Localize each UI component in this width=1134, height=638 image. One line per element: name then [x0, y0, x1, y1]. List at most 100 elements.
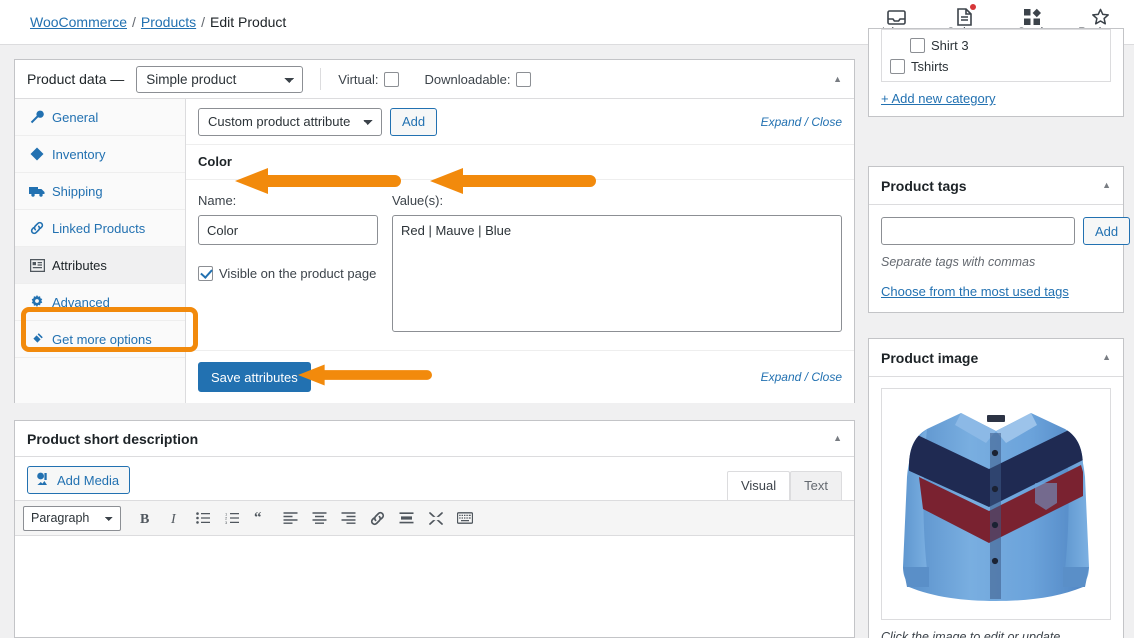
- tab-inventory[interactable]: Inventory: [15, 136, 185, 173]
- product-tags-title: Product tags: [881, 177, 967, 194]
- attribute-fields: Name: Visible on the product page Value(…: [186, 168, 854, 335]
- product-data-header: Product data — Simple product Virtual: D…: [15, 60, 854, 99]
- breadcrumb: WooCommerce / Products / Edit Product: [30, 14, 286, 30]
- svg-text:3: 3: [225, 520, 228, 524]
- category-row-tshirts[interactable]: Tshirts: [890, 56, 1102, 77]
- inbox-icon: [886, 5, 906, 26]
- product-tags-collapse-icon[interactable]: ▲: [1102, 181, 1111, 190]
- expand-link-top[interactable]: Expand: [761, 115, 802, 129]
- tab-attributes[interactable]: Attributes: [15, 247, 185, 284]
- paragraph-format-select[interactable]: Paragraph: [23, 505, 121, 531]
- orders-badge-dot: [969, 3, 976, 10]
- toolbar-toggle-icon[interactable]: [450, 504, 479, 532]
- breadcrumb-products[interactable]: Products: [141, 14, 196, 30]
- tab-text[interactable]: Text: [790, 471, 842, 500]
- product-image-thumbnail[interactable]: [881, 388, 1111, 620]
- save-attributes-button[interactable]: Save attributes: [198, 362, 311, 392]
- add-media-button[interactable]: Add Media: [27, 466, 131, 494]
- add-tag-button[interactable]: Add: [1083, 217, 1131, 245]
- read-more-icon[interactable]: [392, 504, 421, 532]
- bulleted-list-icon[interactable]: [189, 504, 218, 532]
- blockquote-icon[interactable]: “: [247, 504, 276, 532]
- category-label-tshirts: Tshirts: [911, 59, 949, 74]
- visible-on-product-page-checkbox[interactable]: [198, 266, 213, 281]
- attribute-values-textarea[interactable]: Red | Mauve | Blue: [392, 215, 842, 332]
- align-right-icon[interactable]: [334, 504, 363, 532]
- shirt-illustration: [903, 413, 1089, 601]
- numbered-list-icon[interactable]: 123: [218, 504, 247, 532]
- distraction-free-icon[interactable]: [421, 504, 450, 532]
- product-image-caption: Click the image to edit or update: [881, 630, 1061, 638]
- orders-icon: [956, 3, 976, 26]
- expand-close-bottom: Expand / Close: [761, 370, 842, 384]
- virtual-checkbox-group[interactable]: Virtual:: [338, 71, 399, 87]
- visible-on-product-page-group[interactable]: Visible on the product page: [198, 266, 378, 281]
- tabs-filler: [15, 358, 185, 398]
- category-checkbox-tshirts[interactable]: [890, 59, 905, 74]
- close-link-top[interactable]: Close: [811, 115, 842, 129]
- category-checkbox-shirt-3[interactable]: [910, 38, 925, 53]
- short-description-collapse-icon[interactable]: ▲: [833, 434, 842, 443]
- arrow-pointer-save: [298, 364, 432, 386]
- breadcrumb-edit-product: Edit Product: [210, 14, 287, 30]
- product-tag-input[interactable]: [881, 217, 1075, 245]
- product-tags-panel: Product tags ▲ Add Separate tags with co…: [868, 166, 1131, 313]
- editor-content-area[interactable]: [15, 536, 854, 636]
- bold-icon[interactable]: B: [131, 504, 160, 532]
- visible-on-product-page-label: Visible on the product page: [219, 266, 377, 281]
- short-description-panel: Product short description ▲ Add Media Vi…: [14, 420, 855, 638]
- tab-get-more-options[interactable]: Get more options: [15, 321, 185, 358]
- tab-general[interactable]: General: [15, 99, 185, 136]
- product-image-body: Click the image to edit or update: [869, 377, 1123, 638]
- attribute-heading: Color: [186, 145, 854, 180]
- breadcrumb-separator-1: /: [132, 14, 136, 30]
- tab-get-more-options-label: Get more options: [52, 331, 152, 347]
- product-categories-panel: Shirt 3 Tshirts + Add new category: [868, 28, 1124, 117]
- product-image-collapse-icon[interactable]: ▲: [1102, 353, 1111, 362]
- category-label-shirt-3: Shirt 3: [931, 38, 969, 53]
- tab-shipping[interactable]: Shipping: [15, 173, 185, 210]
- breadcrumb-separator-2: /: [201, 14, 206, 30]
- italic-icon[interactable]: I: [160, 504, 189, 532]
- categories-list[interactable]: Shirt 3 Tshirts: [881, 29, 1111, 82]
- close-link-bottom[interactable]: Close: [811, 370, 842, 384]
- link-icon: [29, 221, 45, 235]
- virtual-checkbox[interactable]: [383, 71, 399, 87]
- tab-advanced[interactable]: Advanced: [15, 284, 185, 321]
- expand-link-bottom[interactable]: Expand: [761, 370, 802, 384]
- short-description-title: Product short description: [27, 430, 199, 447]
- product-data-collapse-icon[interactable]: ▲: [833, 74, 842, 84]
- page-root: WooCommerce / Products / Edit Product In…: [0, 0, 1134, 638]
- insert-link-icon[interactable]: [363, 504, 392, 532]
- product-tags-header: Product tags ▲: [869, 167, 1123, 205]
- product-data-panel: Product data — Simple product Virtual: D…: [14, 59, 855, 403]
- product-data-body: General Inventory Shipping Linked Produc…: [15, 99, 854, 403]
- tab-visual[interactable]: Visual: [726, 471, 791, 500]
- truck-icon: [29, 185, 45, 197]
- attribute-name-column: Name: Visible on the product page: [198, 193, 378, 335]
- gear-icon: [29, 295, 45, 309]
- tab-general-label: General: [52, 109, 99, 125]
- product-type-select[interactable]: Simple product: [136, 65, 304, 93]
- attribute-name-input[interactable]: [198, 215, 378, 245]
- align-left-icon[interactable]: [276, 504, 305, 532]
- attributes-list-icon: [29, 258, 45, 272]
- stock-icon: [1023, 5, 1041, 26]
- attribute-name-label: Name:: [198, 193, 237, 208]
- add-new-category-link[interactable]: + Add new category: [881, 91, 996, 106]
- breadcrumb-woocommerce[interactable]: WooCommerce: [30, 14, 127, 30]
- category-row-shirt-3[interactable]: Shirt 3: [890, 35, 1102, 56]
- tab-linked-products-label: Linked Products: [52, 220, 146, 236]
- add-attribute-button[interactable]: Add: [390, 107, 438, 136]
- tab-attributes-label: Attributes: [52, 257, 107, 273]
- tab-linked-products[interactable]: Linked Products: [15, 210, 185, 247]
- align-center-icon[interactable]: [305, 504, 334, 532]
- most-used-tags-link[interactable]: Choose from the most used tags: [881, 284, 1069, 299]
- product-data-title: Product data —: [27, 71, 125, 87]
- downloadable-checkbox[interactable]: [515, 71, 531, 87]
- attribute-type-select[interactable]: Custom product attribute: [198, 107, 382, 136]
- downloadable-checkbox-group[interactable]: Downloadable:: [425, 71, 531, 87]
- svg-text:“: “: [254, 512, 262, 524]
- expand-close-separator-top: /: [801, 114, 812, 129]
- reviews-star-icon: [1091, 5, 1110, 26]
